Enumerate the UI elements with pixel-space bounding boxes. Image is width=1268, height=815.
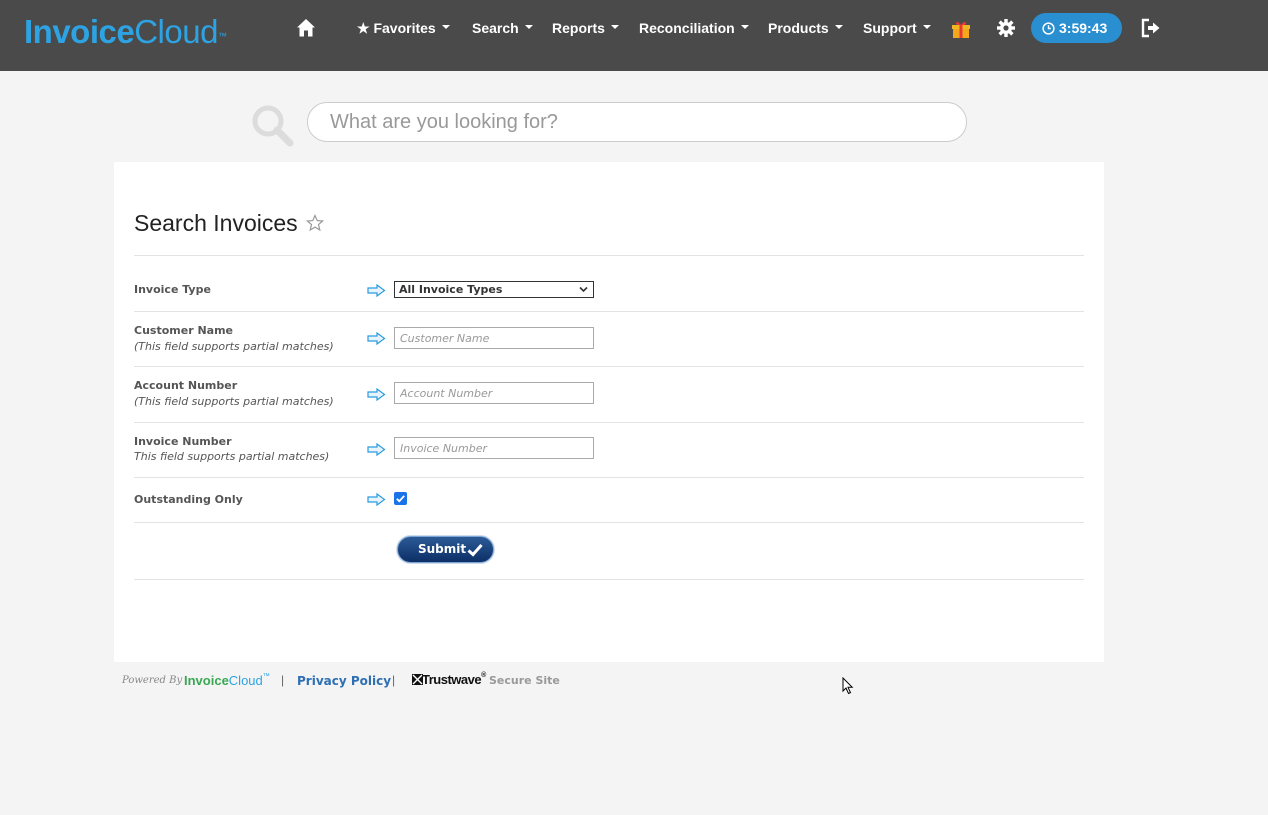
arrow-right-icon (367, 443, 386, 456)
invoice-type-label: Invoice Type (134, 283, 211, 296)
logout-icon[interactable] (1140, 18, 1161, 38)
footer-invoicecloud-logo[interactable]: InvoiceCloud™ (184, 673, 270, 688)
account-number-input[interactable] (394, 382, 594, 404)
home-icon[interactable] (296, 18, 316, 38)
customer-name-input[interactable] (394, 327, 594, 349)
arrow-right-icon (367, 388, 386, 401)
nav-support-label: Support (863, 20, 917, 36)
customer-name-hint: (This field supports partial matches) (134, 340, 334, 353)
footer-brand-tm: ™ (262, 673, 270, 680)
invoicecloud-logo[interactable]: InvoiceCloud™ (24, 12, 227, 52)
nav-reports-label: Reports (552, 20, 605, 36)
favorite-star-icon[interactable] (306, 214, 324, 232)
footer-brand-invoice: Invoice (184, 673, 229, 688)
chevron-down-icon (579, 286, 588, 293)
privacy-policy-link[interactable]: Privacy Policy (297, 674, 391, 688)
checkmark-icon (467, 543, 483, 557)
footer-brand-cloud: Cloud (228, 673, 263, 688)
nav-reconciliation[interactable]: Reconciliation (639, 20, 749, 36)
gift-icon[interactable] (951, 19, 971, 39)
nav-reconciliation-label: Reconciliation (639, 20, 735, 36)
global-search-input[interactable] (307, 102, 967, 142)
submit-button-label: Submit (418, 542, 467, 556)
customer-name-label: Customer Name (134, 324, 233, 337)
logo-trademark: ™ (217, 31, 227, 41)
invoice-number-input[interactable] (394, 437, 594, 459)
chevron-down-icon (740, 25, 749, 30)
footer-separator: | (392, 673, 396, 687)
chevron-down-icon (834, 25, 843, 30)
invoice-number-label: Invoice Number (134, 435, 232, 448)
outstanding-only-checkbox[interactable] (394, 492, 407, 505)
search-icon (252, 105, 294, 147)
chevron-down-icon (922, 25, 931, 30)
nav-reports[interactable]: Reports (552, 20, 619, 36)
account-number-label: Account Number (134, 379, 238, 392)
arrow-right-icon (367, 493, 386, 506)
powered-by-text: Powered By (122, 675, 183, 686)
nav-products[interactable]: Products (768, 20, 843, 36)
trustwave-logo[interactable]: Trustwave® (422, 672, 486, 687)
search-invoices-panel: Search Invoices Invoice Type All Invoice… (114, 162, 1104, 662)
divider (134, 477, 1084, 478)
footer-separator: | (281, 673, 285, 687)
nav-products-label: Products (768, 20, 829, 36)
account-number-hint: (This field supports partial matches) (134, 395, 334, 408)
session-timer-value: 3:59:43 (1059, 20, 1108, 36)
top-nav-bar: InvoiceCloud™ ★ Favorites Search Reports… (0, 0, 1268, 71)
arrow-right-icon (367, 332, 386, 345)
divider (134, 422, 1084, 423)
divider (134, 311, 1084, 312)
mouse-cursor-icon (842, 677, 854, 695)
divider (134, 579, 1084, 580)
nav-favorites[interactable]: ★ Favorites (357, 20, 450, 37)
divider (134, 366, 1084, 367)
nav-support[interactable]: Support (863, 20, 931, 36)
invoice-type-selected-value: All Invoice Types (399, 283, 503, 296)
trustwave-text: Trustwave (422, 672, 482, 687)
gear-icon[interactable] (996, 18, 1016, 38)
nav-search[interactable]: Search (472, 20, 533, 36)
secure-site-text: Secure Site (489, 674, 560, 687)
logo-text-invoice: Invoice (24, 13, 135, 50)
chevron-down-icon (524, 25, 533, 30)
divider (134, 522, 1084, 523)
page-title: Search Invoices (134, 210, 298, 236)
session-timer[interactable]: 3:59:43 (1031, 13, 1122, 43)
checkmark-icon (396, 495, 405, 503)
submit-button[interactable]: Submit (397, 536, 494, 563)
trustwave-tm: ® (481, 672, 486, 679)
nav-search-label: Search (472, 20, 519, 36)
nav-favorites-label: ★ Favorites (357, 20, 436, 36)
clock-icon (1042, 22, 1055, 35)
logo-text-cloud: Cloud (134, 13, 218, 50)
divider (134, 255, 1084, 256)
outstanding-only-label: Outstanding Only (134, 493, 243, 506)
invoice-number-hint: This field supports partial matches) (134, 450, 330, 463)
invoice-type-select[interactable]: All Invoice Types (394, 281, 594, 298)
arrow-right-icon (367, 284, 386, 297)
chevron-down-icon (441, 25, 450, 30)
chevron-down-icon (610, 25, 619, 30)
